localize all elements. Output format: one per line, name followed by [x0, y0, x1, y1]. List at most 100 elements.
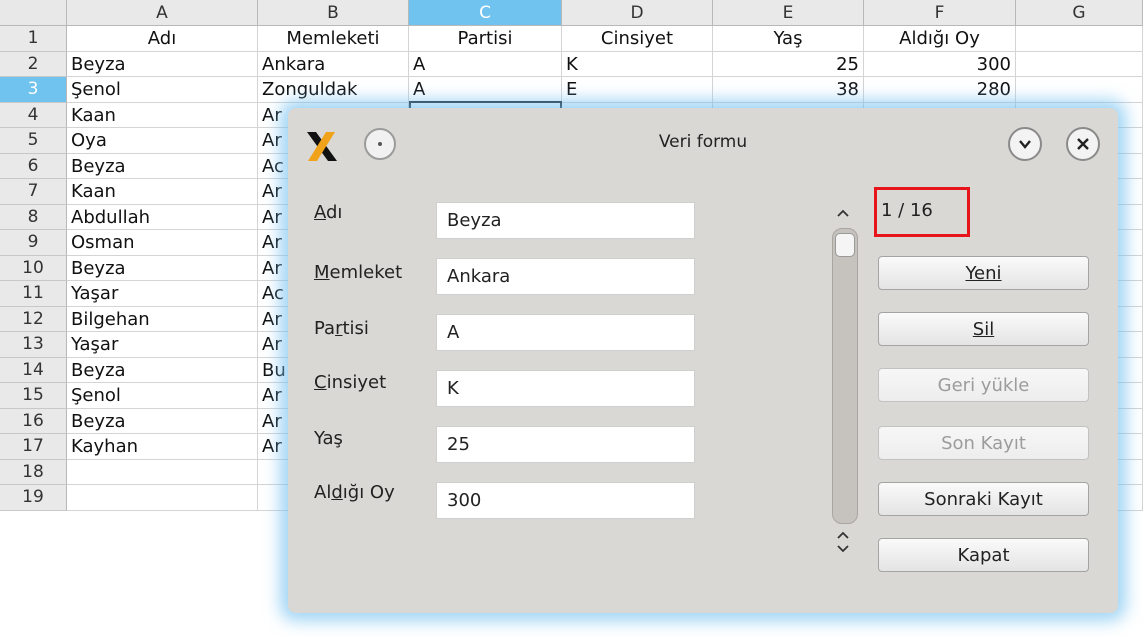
field-yas-input[interactable]: [436, 426, 695, 463]
row-header-6[interactable]: 6: [0, 153, 67, 179]
row-header-14[interactable]: 14: [0, 357, 67, 383]
column-header-e[interactable]: E: [713, 0, 864, 26]
cell-a4[interactable]: Kaan: [67, 102, 258, 128]
cell-a6[interactable]: Beyza: [67, 153, 258, 179]
cell-a11[interactable]: Yaşar: [67, 281, 258, 307]
row-header-19[interactable]: 19: [0, 485, 67, 511]
column-header-g[interactable]: G: [1016, 0, 1143, 26]
row-header-10[interactable]: 10: [0, 255, 67, 281]
row-header-16[interactable]: 16: [0, 408, 67, 434]
cell-a17[interactable]: Kayhan: [67, 434, 258, 460]
row-header-1[interactable]: 1: [0, 26, 67, 52]
column-header-b[interactable]: B: [258, 0, 409, 26]
delete-record-label: Sil: [972, 319, 995, 340]
close-dialog-button[interactable]: Kapat: [878, 538, 1089, 572]
cell-d3[interactable]: E: [562, 77, 713, 103]
cell-a9[interactable]: Osman: [67, 230, 258, 256]
cell-c3[interactable]: A: [409, 77, 562, 103]
column-header-c[interactable]: C: [409, 0, 562, 26]
row-header-18[interactable]: 18: [0, 459, 67, 485]
field-partisi-input[interactable]: [436, 314, 695, 351]
scroll-updown-arrows-icon[interactable]: [833, 528, 853, 562]
field-adi-input[interactable]: [436, 202, 695, 239]
field-cinsiyet-input[interactable]: [436, 370, 695, 407]
delete-record-button[interactable]: Sil: [878, 312, 1089, 346]
cell-a12[interactable]: Bilgehan: [67, 306, 258, 332]
label-yas: Yaş: [314, 428, 343, 449]
row-header-12[interactable]: 12: [0, 306, 67, 332]
cell-d2[interactable]: K: [562, 51, 713, 77]
row-header-11[interactable]: 11: [0, 281, 67, 307]
cell-a19[interactable]: [67, 485, 258, 511]
record-counter: 1 / 16: [874, 187, 970, 237]
chevron-down-icon: [1019, 140, 1031, 149]
label-cinsiyet: Cinsiyet: [314, 372, 387, 393]
label-adi: Adı: [314, 202, 343, 223]
previous-record-label: Son Kayıt: [941, 433, 1026, 454]
scrollbar-thumb[interactable]: [835, 233, 855, 257]
cell-f2[interactable]: 300: [864, 51, 1016, 77]
row-header-3[interactable]: 3: [0, 77, 67, 103]
cell-c1[interactable]: Partisi: [409, 26, 562, 52]
column-header-a[interactable]: A: [67, 0, 258, 26]
row-header-2[interactable]: 2: [0, 51, 67, 77]
cell-a3[interactable]: Şenol: [67, 77, 258, 103]
close-window-button[interactable]: [1066, 127, 1100, 161]
cell-a18[interactable]: [67, 459, 258, 485]
cell-e2[interactable]: 25: [713, 51, 864, 77]
dialog-titlebar[interactable]: Veri formu: [288, 108, 1118, 180]
cell-g3[interactable]: [1016, 77, 1143, 103]
next-record-label: Sonraki Kayıt: [924, 489, 1043, 510]
cell-a13[interactable]: Yaşar: [67, 332, 258, 358]
cell-a2[interactable]: Beyza: [67, 51, 258, 77]
row-header-13[interactable]: 13: [0, 332, 67, 358]
cell-a5[interactable]: Oya: [67, 128, 258, 154]
label-partisi: Partisi: [314, 318, 369, 339]
cell-b1[interactable]: Memleketi: [258, 26, 409, 52]
new-record-label: Yeni: [965, 263, 1002, 284]
data-form-dialog: Veri formu Adı Memleket Partisi Cinsiyet…: [288, 108, 1118, 613]
row-header-8[interactable]: 8: [0, 204, 67, 230]
restore-button[interactable]: Geri yükle: [878, 368, 1089, 402]
field-aldigi-oy-input[interactable]: [436, 482, 695, 519]
cell-a16[interactable]: Beyza: [67, 408, 258, 434]
row-header-5[interactable]: 5: [0, 128, 67, 154]
cell-b2[interactable]: Ankara: [258, 51, 409, 77]
dialog-title: Veri formu: [658, 132, 748, 152]
close-dialog-label: Kapat: [957, 545, 1010, 566]
cell-a14[interactable]: Beyza: [67, 357, 258, 383]
column-header-d[interactable]: D: [562, 0, 713, 26]
select-all-corner[interactable]: [0, 0, 67, 26]
cell-a8[interactable]: Abdullah: [67, 204, 258, 230]
row-header-4[interactable]: 4: [0, 102, 67, 128]
row-header-7[interactable]: 7: [0, 179, 67, 205]
row-header-9[interactable]: 9: [0, 230, 67, 256]
restore-label: Geri yükle: [937, 375, 1030, 396]
cell-a10[interactable]: Beyza: [67, 255, 258, 281]
cell-a15[interactable]: Şenol: [67, 383, 258, 409]
new-record-button[interactable]: Yeni: [878, 256, 1089, 290]
cell-a7[interactable]: Kaan: [67, 179, 258, 205]
next-record-button[interactable]: Sonraki Kayıt: [878, 482, 1089, 516]
cell-e3[interactable]: 38: [713, 77, 864, 103]
scroll-up-arrow-icon[interactable]: [833, 203, 853, 223]
label-memleket: Memleket: [314, 262, 403, 283]
row-header-17[interactable]: 17: [0, 434, 67, 460]
cell-c2[interactable]: A: [409, 51, 562, 77]
minimize-button[interactable]: [1008, 127, 1042, 161]
cell-a1[interactable]: Adı: [67, 26, 258, 52]
cell-g2[interactable]: [1016, 51, 1143, 77]
column-header-f[interactable]: F: [864, 0, 1016, 26]
cell-b3[interactable]: Zonguldak: [258, 77, 409, 103]
close-icon: [1077, 138, 1089, 150]
cell-f3[interactable]: 280: [864, 77, 1016, 103]
cell-e1[interactable]: Yaş: [713, 26, 864, 52]
previous-record-button[interactable]: Son Kayıt: [878, 426, 1089, 460]
cell-f1[interactable]: Aldığı Oy: [864, 26, 1016, 52]
field-memleket-input[interactable]: [436, 258, 695, 295]
cell-d1[interactable]: Cinsiyet: [562, 26, 713, 52]
row-header-15[interactable]: 15: [0, 383, 67, 409]
label-aldigi-oy: Aldığı Oy: [314, 482, 395, 503]
cell-g1[interactable]: [1016, 26, 1143, 52]
record-scrollbar[interactable]: [832, 228, 858, 524]
